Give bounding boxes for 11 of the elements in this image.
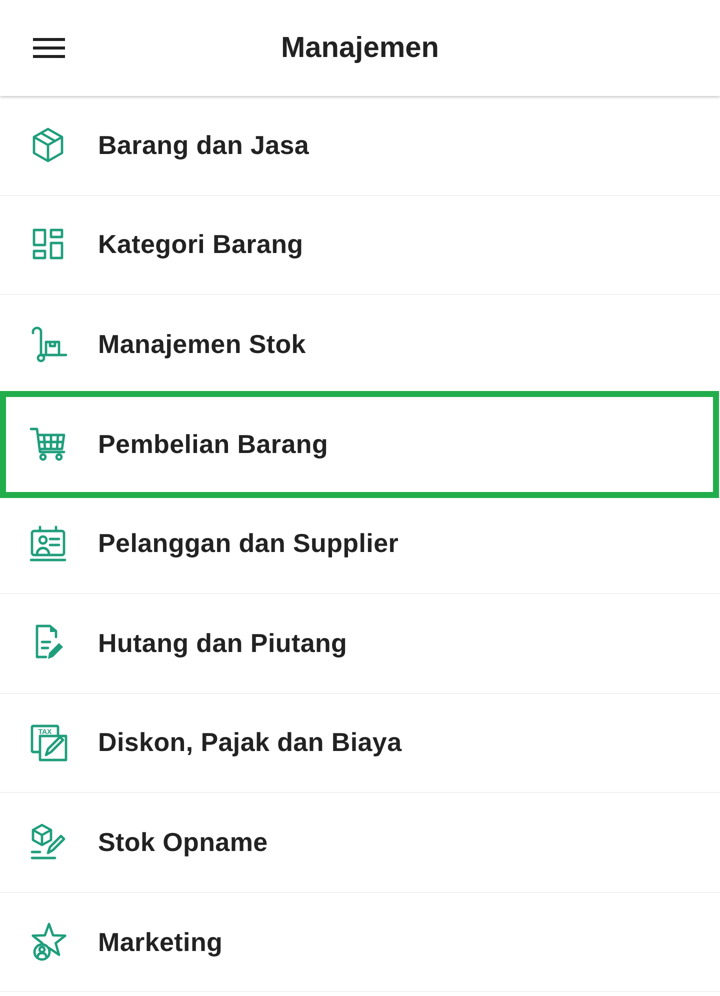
page-title: Manajemen — [280, 32, 440, 64]
menu-item[interactable]: Stok Opname — [0, 793, 720, 893]
menu-item[interactable]: Kategori Barang — [0, 196, 720, 296]
menu-icon[interactable] — [32, 36, 66, 60]
menu-item[interactable]: Manajemen Stok — [0, 295, 720, 395]
menu-item[interactable]: Pembelian Barang — [4, 394, 715, 494]
menu-item[interactable]: Hutang dan Piutang — [0, 594, 720, 694]
contact-card-icon — [28, 524, 68, 564]
menu-item[interactable]: Barang dan Jasa — [0, 96, 720, 196]
menu-item[interactable]: Marketing — [0, 892, 720, 992]
menu-item[interactable]: Pelanggan dan Supplier — [0, 494, 720, 594]
